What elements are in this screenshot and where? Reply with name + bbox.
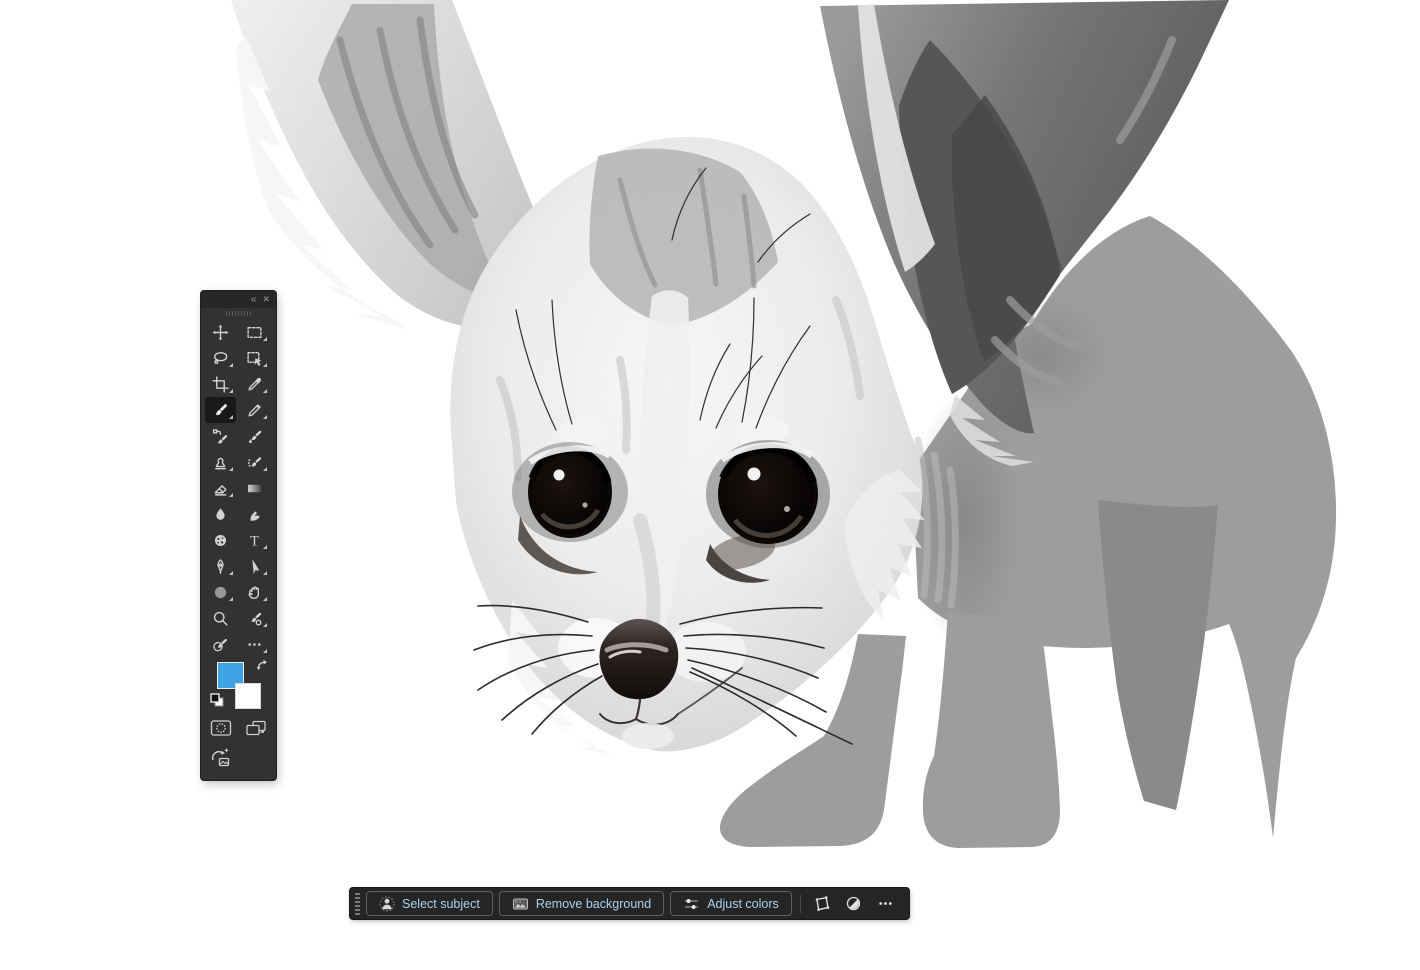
fox-second-front-leg (922, 612, 1060, 848)
replace-color-brush-tool[interactable] (205, 423, 236, 449)
art-history-brush-icon (247, 456, 262, 467)
fox-left-eye (528, 445, 612, 538)
refresh-image-icon (211, 748, 230, 767)
fox-far-front-leg (1098, 500, 1218, 810)
pattern-brush-icon (213, 638, 228, 651)
move-tool[interactable] (205, 319, 236, 345)
photo-editor-canvas-window: « ✕ T Select subject Remove background A… (0, 0, 1420, 970)
path-select-arrow-icon (252, 558, 260, 574)
gradient-tool[interactable] (239, 475, 270, 501)
pen-icon (217, 558, 224, 574)
remove-background-button[interactable]: Remove background (498, 891, 665, 916)
color-replacement-tool[interactable] (239, 605, 270, 631)
eyedropper-icon (248, 377, 262, 391)
person-icon (379, 896, 395, 911)
transform-warp-icon (815, 896, 830, 911)
smudge-finger-icon (250, 510, 260, 521)
move-icon (212, 324, 229, 340)
adjust-colors-button[interactable]: Adjust colors (670, 891, 792, 916)
mixer-brush-tool[interactable] (239, 423, 270, 449)
pen-tool[interactable] (205, 553, 236, 579)
sponge-tool[interactable] (205, 527, 236, 553)
smudge-tool[interactable] (239, 501, 270, 527)
adjustment-layer-button[interactable] (841, 891, 867, 916)
brush-tool[interactable] (205, 397, 236, 423)
pattern-brush-tool[interactable] (205, 631, 236, 657)
eraser-icon (214, 484, 227, 496)
svg-text:T: T (250, 533, 259, 549)
object-selection-icon (247, 351, 262, 366)
hand-icon (248, 585, 260, 599)
gradient-icon (248, 484, 261, 492)
more-tools[interactable] (239, 631, 270, 657)
brush-icon (216, 403, 227, 415)
ellipsis-icon (248, 642, 261, 646)
transform-button[interactable] (809, 891, 835, 916)
type-tool[interactable]: T (239, 527, 270, 553)
lasso-tool[interactable] (205, 345, 236, 371)
replace-color-brush-icon (213, 428, 228, 444)
marquee-tool[interactable] (239, 319, 270, 345)
art-history-brush-tool[interactable] (239, 449, 270, 475)
mixer-brush-icon (249, 430, 262, 443)
crop-tool[interactable] (205, 371, 236, 397)
quick-mask-button[interactable] (210, 719, 232, 737)
taskbar-drag-grip[interactable] (355, 892, 360, 915)
remove-background-label: Remove background (535, 896, 652, 911)
zoom-tool[interactable] (205, 605, 236, 631)
more-options-icon (879, 902, 892, 905)
tools-panel-header[interactable]: « ✕ (201, 291, 276, 308)
hand-tool[interactable] (239, 579, 270, 605)
eyedropper-tool[interactable] (239, 371, 270, 397)
close-panel-icon[interactable]: ✕ (262, 295, 270, 304)
contextual-task-bar: Select subject Remove background Adjust … (350, 888, 909, 919)
sponge-icon (214, 534, 227, 546)
select-subject-label: Select subject (402, 896, 480, 911)
ellipse-shape-icon (214, 586, 227, 598)
blur-drop-icon (216, 507, 225, 520)
refresh-image-button[interactable] (209, 747, 233, 768)
quick-mask-icon (210, 720, 232, 736)
clone-stamp-tool[interactable] (205, 449, 236, 475)
screen-mode-button[interactable] (245, 719, 267, 737)
color-controls (201, 657, 276, 713)
fox-right-eye (718, 442, 818, 544)
marquee-icon (247, 326, 262, 338)
pencil-icon (248, 403, 261, 417)
tools-grid: T (201, 318, 276, 657)
path-select-tool[interactable] (239, 553, 270, 579)
collapse-panel-icon[interactable]: « (251, 294, 257, 305)
taskbar-separator (799, 894, 801, 913)
pencil-tool[interactable] (239, 397, 270, 423)
image-icon (512, 898, 528, 909)
crop-icon (212, 375, 229, 393)
adjust-colors-label: Adjust colors (707, 896, 779, 911)
panel-drag-grip[interactable] (201, 308, 276, 318)
clone-stamp-icon (215, 457, 226, 469)
lasso-icon (214, 351, 228, 364)
swap-colors-icon[interactable] (255, 658, 270, 673)
type-icon: T (250, 533, 259, 549)
ellipse-shape-tool[interactable] (205, 579, 236, 605)
select-subject-button[interactable]: Select subject (366, 891, 493, 916)
default-colors-icon[interactable] (210, 693, 224, 707)
zoom-magnifier-icon (213, 611, 228, 626)
adjustment-half-circle-icon (847, 896, 861, 911)
tools-panel: « ✕ T (201, 291, 276, 780)
eraser-tool[interactable] (205, 475, 236, 501)
background-color-swatch[interactable] (235, 683, 261, 709)
screen-mode-icon (246, 720, 266, 736)
sliders-icon (685, 898, 699, 909)
taskbar-more-options-button[interactable] (873, 891, 899, 916)
brush-circle-icon (251, 612, 262, 625)
blur-tool[interactable] (205, 501, 236, 527)
object-selection-tool[interactable] (239, 345, 270, 371)
